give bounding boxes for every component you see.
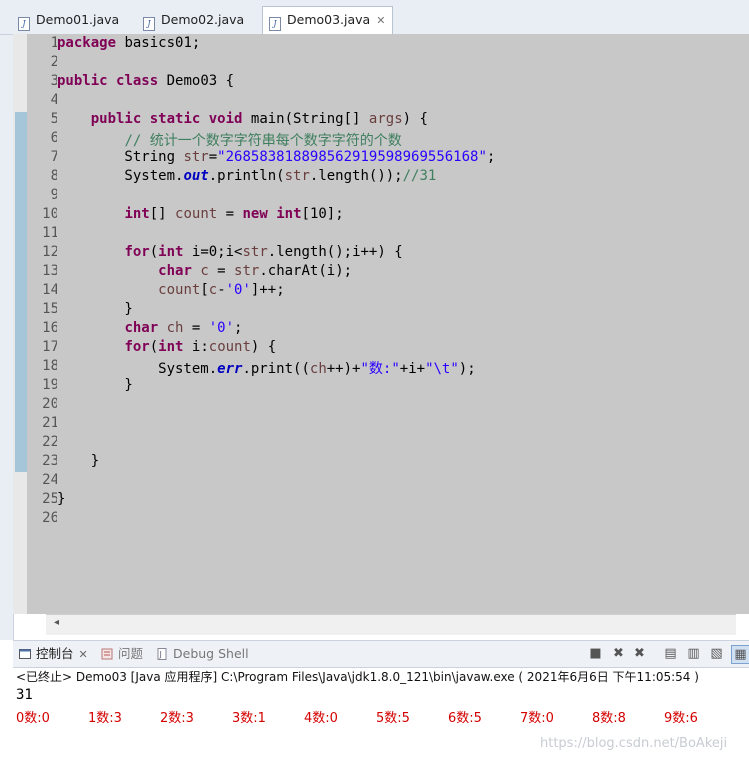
terminate-icon[interactable]: ■ (587, 645, 604, 662)
debug-shell-icon: J (157, 648, 167, 660)
console-output-item: 7数:0 (520, 711, 554, 726)
tab-label: Demo02.java (161, 12, 245, 27)
java-file-icon: J (143, 17, 155, 31)
code-line[interactable]: char ch = '0'; (57, 320, 242, 336)
line-number: 9 (50, 187, 59, 203)
code-line[interactable]: System.out.println(str.length());//31 (57, 168, 436, 184)
tab-label: Debug Shell (173, 646, 249, 661)
tab-problems[interactable]: 问题 (101, 645, 143, 663)
line-number: 21 (42, 415, 59, 431)
line-number: 6 (50, 130, 59, 146)
watermark: https://blog.csdn.net/BoAkeji (540, 736, 728, 751)
code-line[interactable]: // 统计一个数字字符串每个数字字符的个数 (57, 130, 401, 150)
tab-label: Demo01.java (36, 12, 120, 27)
console-output-line: 31 (16, 687, 33, 703)
console-output-item: 2数:3 (160, 711, 194, 726)
code-line[interactable]: for(int i=0;i<str.length();i++) { (57, 244, 402, 260)
code-line[interactable]: } (57, 377, 132, 393)
console-output-item: 8数:8 (592, 711, 626, 726)
line-number: 15 (42, 301, 59, 317)
code-line[interactable]: public static void main(String[] args) { (57, 111, 428, 127)
tab-label: 问题 (118, 646, 144, 661)
remove-launch-icon[interactable]: ✖ (610, 645, 627, 662)
code-line[interactable]: for(int i:count) { (57, 339, 276, 355)
code-line[interactable]: String str="2685838188985629195989695561… (57, 149, 495, 165)
line-number: 4 (50, 92, 59, 108)
editor-tab-bar: J Demo01.java J Demo02.java J Demo03.java ✕ (0, 0, 749, 35)
line-number: 12 (42, 244, 59, 260)
horizontal-scrollbar[interactable]: ◂ (46, 614, 736, 635)
line-number: 22 (42, 434, 59, 450)
line-number: 20 (42, 396, 59, 412)
line-number: 19 (42, 377, 59, 393)
svg-text:J: J (159, 650, 162, 659)
code-line[interactable]: count[c-'0']++; (57, 282, 284, 298)
line-number: 18 (42, 358, 59, 374)
code-line[interactable]: } (57, 301, 132, 317)
scroll-lock-icon[interactable]: ▥ (685, 645, 702, 662)
code-line[interactable]: char c = str.charAt(i); (57, 263, 352, 279)
line-number: 11 (42, 225, 59, 241)
code-area[interactable]: package basics01; public class Demo03 { p… (57, 34, 747, 614)
line-number: 2 (50, 54, 59, 70)
code-line[interactable]: package basics01; (57, 35, 200, 51)
code-line[interactable]: int[] count = new int[10]; (57, 206, 343, 222)
problems-icon (101, 648, 113, 660)
scroll-left-icon[interactable]: ◂ (54, 617, 59, 628)
close-icon[interactable]: ✕ (79, 648, 88, 661)
line-number: 5 (50, 111, 59, 127)
code-editor[interactable]: 1 2 3 4 5 6 7 8 9 10 11 12 13 14 15 16 17 18 19 20 21 22 23 24 2… (13, 34, 749, 614)
line-numbers: 1 2 3 4 5 6 7 8 9 10 11 12 13 14 15 16 17 18 19 20 21 22 23 24 2… (27, 34, 59, 614)
tab-label: Demo03.java (287, 12, 371, 27)
console-output-item: 1数:3 (88, 711, 122, 726)
code-line[interactable]: public class Demo03 { (57, 73, 234, 89)
line-number: 8 (50, 168, 59, 184)
console-status: <已终止> Demo03 [Java 应用程序] C:\Program File… (16, 670, 699, 684)
line-number: 7 (50, 149, 59, 165)
line-number: 17 (42, 339, 59, 355)
line-number: 1 (50, 35, 59, 51)
tab-console[interactable]: 控制台 ✕ (19, 645, 88, 664)
console-output-item: 9数:6 (664, 711, 698, 726)
tab-debug-shell[interactable]: J Debug Shell (156, 645, 249, 663)
tab-label: 控制台 (36, 646, 74, 661)
line-number: 3 (50, 73, 59, 89)
line-number: 24 (42, 472, 59, 488)
code-line[interactable]: System.err.print((ch++)+"数:"+i+"\t"); (57, 358, 476, 378)
pin-console-icon[interactable]: ▦ (731, 645, 749, 664)
line-number: 10 (42, 206, 59, 222)
tab-demo03[interactable]: J Demo03.java ✕ (262, 6, 393, 35)
console-tab-bar: 控制台 ✕ 问题 J Debug Shell ■ ✖ ✖ ▤ ▥ ▧ ▦ (13, 640, 749, 668)
remove-all-icon[interactable]: ✖ (631, 645, 648, 662)
console-output-item: 0数:0 (16, 711, 50, 726)
line-number: 23 (42, 453, 59, 469)
close-icon[interactable]: ✕ (376, 14, 385, 27)
console-output-item: 6数:5 (448, 711, 482, 726)
word-wrap-icon[interactable]: ▧ (708, 645, 725, 662)
left-panel-edge (0, 0, 14, 640)
clear-console-icon[interactable]: ▤ (662, 645, 679, 662)
tab-demo02[interactable]: J Demo02.java (143, 7, 244, 32)
line-number: 26 (42, 510, 59, 526)
java-file-icon: J (18, 17, 30, 31)
console-output-item: 5数:5 (376, 711, 410, 726)
code-line[interactable]: } (57, 453, 99, 469)
console-output-item: 3数:1 (232, 711, 266, 726)
line-number: 25 (42, 491, 59, 507)
line-number: 16 (42, 320, 59, 336)
console-icon (19, 649, 31, 659)
console-output-item: 4数:0 (304, 711, 338, 726)
code-line[interactable]: } (57, 491, 65, 507)
editor-gutter (13, 34, 28, 614)
line-number: 14 (42, 282, 59, 298)
tab-demo01[interactable]: J Demo01.java (18, 7, 119, 32)
java-file-icon: J (269, 17, 281, 31)
line-number: 13 (42, 263, 59, 279)
